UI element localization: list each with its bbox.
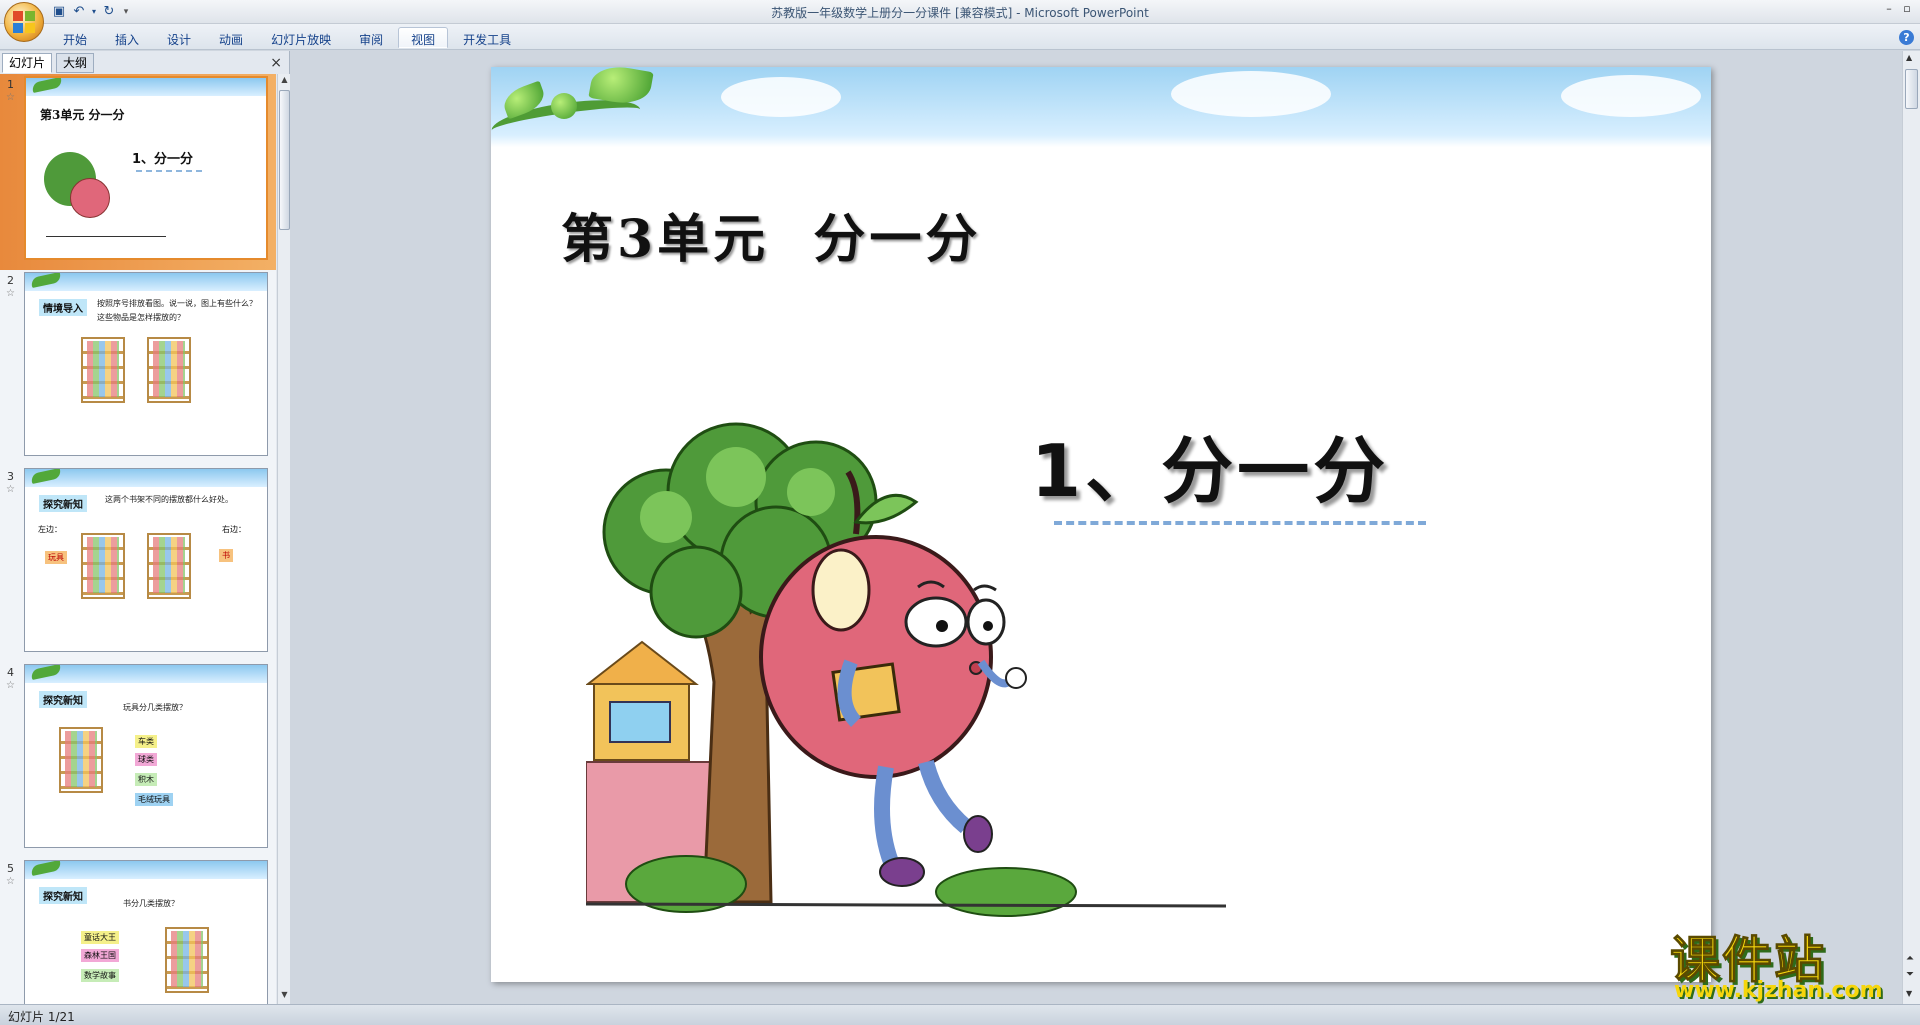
help-icon[interactable]: ? (1899, 30, 1914, 45)
thumbnail-number: 2 (7, 274, 14, 287)
bookshelf-icon (81, 337, 125, 403)
panel-tabs: 幻灯片 大纲 × (0, 53, 290, 73)
thumbnail-text: 玩具分几类摆放？ (123, 703, 187, 712)
ground-line (46, 236, 166, 237)
category-tag: 数学故事 (81, 969, 119, 982)
category-tag: 毛绒玩具 (135, 793, 173, 806)
category-tag: 童话大王 (81, 931, 119, 944)
title-bar: ▣ ↶ ▾ ↻ ▾ 苏教版一年级数学上册分一分课件 [兼容模式] - Micro… (0, 0, 1920, 42)
window-title: 苏教版一年级数学上册分一分课件 [兼容模式] - Microsoft Power… (771, 6, 1149, 20)
thumbnail-badge: 探究新知 (39, 887, 87, 904)
tab-view[interactable]: 视图 (398, 27, 449, 48)
right-label: 右边： (222, 525, 246, 534)
bookshelf-icon (165, 927, 209, 993)
thumbnail-row[interactable]: 4 ☆ 探究新知 玩具分几类摆放？ 车类 球类 积木 毛绒玩具 (0, 662, 276, 858)
thumbnail-number: 1 (7, 78, 14, 91)
thumbnail-list: 1 ☆ 第3单元 分一分 1、分一分 2 ☆ 情境导入 按照序号排放看图。说一说… (0, 74, 276, 1004)
slide-thumbnail[interactable]: 情境导入 按照序号排放看图。说一说，图上有些什么？这些物品是怎样摆放的？ (24, 272, 268, 456)
tab-outline[interactable]: 大纲 (56, 53, 95, 73)
tab-design[interactable]: 设计 (154, 27, 204, 48)
animation-star-icon: ☆ (6, 92, 15, 103)
thumbnail-badge: 探究新知 (39, 495, 87, 512)
scroll-thumb[interactable] (279, 90, 290, 230)
watermark-url: www.kjzhan.com (1674, 978, 1883, 1003)
thumbnail-row[interactable]: 2 ☆ 情境导入 按照序号排放看图。说一说，图上有些什么？这些物品是怎样摆放的？ (0, 270, 276, 466)
book-tag: 书 (219, 549, 233, 562)
thumbnail-sky (25, 469, 267, 487)
editor-scrollbar[interactable]: ▲ ⏶ ⏷ ▼ (1902, 51, 1920, 1004)
tab-home[interactable]: 开始 (50, 27, 100, 48)
thumbnail-row[interactable]: 3 ☆ 探究新知 这两个书架不同的摆放都什么好处。 左边： 右边： 玩具 书 (0, 466, 276, 662)
close-icon[interactable]: × (270, 55, 282, 71)
thumbnail-badge: 探究新知 (39, 691, 87, 708)
tab-developer[interactable]: 开发工具 (450, 27, 524, 48)
scroll-thumb[interactable] (1905, 69, 1918, 109)
animation-star-icon: ☆ (6, 876, 15, 887)
thumbnail-sky (25, 665, 267, 683)
thumbnail-sky (25, 273, 267, 291)
maximize-icon[interactable]: ▫ (1900, 2, 1914, 16)
tab-animations[interactable]: 动画 (206, 27, 256, 48)
animation-star-icon: ☆ (6, 680, 15, 691)
animation-star-icon: ☆ (6, 484, 15, 495)
thumbnail-scrollbar[interactable]: ▲ ▼ (277, 74, 290, 1004)
slide-thumbnail[interactable]: 探究新知 书分几类摆放？ 童话大王 森林王国 数学故事 (24, 860, 268, 1004)
slide-thumbnail[interactable]: 探究新知 这两个书架不同的摆放都什么好处。 左边： 右边： 玩具 书 (24, 468, 268, 652)
thumbnail-row[interactable]: 1 ☆ 第3单元 分一分 1、分一分 (0, 74, 276, 270)
tab-slides[interactable]: 幻灯片 (2, 53, 53, 73)
category-tag: 车类 (135, 735, 157, 748)
tab-slideshow[interactable]: 幻灯片放映 (258, 27, 344, 48)
apple-icon (70, 178, 110, 218)
watermark-logo: 课件站 www.kjzhan.com (1670, 920, 1910, 1004)
scroll-up-icon[interactable]: ▲ (279, 75, 290, 88)
scroll-down-icon[interactable]: ▼ (279, 990, 290, 1003)
thumbnail-text: 书分几类摆放？ (123, 899, 179, 908)
thumbnail-number: 4 (7, 666, 14, 679)
status-bar: 幻灯片 1/21 (0, 1004, 1920, 1025)
bookshelf-icon (147, 337, 191, 403)
apple-tree-illustration (586, 422, 1227, 917)
thumbnail-number: 3 (7, 470, 14, 483)
category-tag: 积木 (135, 773, 157, 786)
thumbnail-badge: 情境导入 (39, 299, 87, 316)
toy-tag: 玩具 (45, 551, 67, 564)
sky-banner (491, 67, 1711, 147)
bookshelf-icon (59, 727, 103, 793)
slide-thumbnail[interactable]: 探究新知 玩具分几类摆放？ 车类 球类 积木 毛绒玩具 (24, 664, 268, 848)
tab-review[interactable]: 审阅 (346, 27, 396, 48)
ribbon-tabs: 开始 插入 设计 动画 幻灯片放映 审阅 视图 开发工具 (50, 27, 524, 48)
slide-thumbnail[interactable]: 第3单元 分一分 1、分一分 (24, 76, 268, 260)
ribbon: 开始 插入 设计 动画 幻灯片放映 审阅 视图 开发工具 ? (0, 24, 1920, 50)
thumbnail-subtitle: 1、分一分 (132, 152, 194, 167)
bud-icon (551, 93, 577, 119)
category-tag: 球类 (135, 753, 157, 766)
left-label: 左边： (38, 525, 62, 534)
window-controls: – ▫ (1882, 2, 1914, 16)
thumbnail-title: 第3单元 分一分 (40, 108, 125, 122)
scroll-up-icon[interactable]: ▲ (1906, 53, 1912, 62)
bookshelf-icon (147, 533, 191, 599)
slide-canvas[interactable]: 第3单元 分一分 1、分一分 (491, 67, 1711, 982)
office-button[interactable] (4, 2, 44, 42)
thumbnail-text: 这两个书架不同的摆放都什么好处。 (105, 495, 233, 504)
thumbnail-sky (26, 78, 266, 96)
slides-panel: 幻灯片 大纲 × 1 ☆ 第3单元 分一分 1、分一分 2 ☆ 情境导入 按照序… (0, 51, 290, 1004)
thumbnail-dash (136, 170, 202, 172)
tab-insert[interactable]: 插入 (102, 27, 152, 48)
slide-counter: 幻灯片 1/21 (8, 1010, 75, 1024)
bookshelf-icon (81, 533, 125, 599)
thumbnail-number: 5 (7, 862, 14, 875)
slide-title[interactable]: 第3单元 分一分 (561, 197, 981, 272)
animation-star-icon: ☆ (6, 288, 15, 299)
thumbnail-row[interactable]: 5 ☆ 探究新知 书分几类摆放？ 童话大王 森林王国 数学故事 (0, 858, 276, 1004)
thumbnail-text: 按照序号排放看图。说一说，图上有些什么？这些物品是怎样摆放的？ (97, 299, 257, 322)
office-logo-icon (13, 11, 35, 33)
thumbnail-sky (25, 861, 267, 879)
category-tag: 森林王国 (81, 949, 119, 962)
minimize-icon[interactable]: – (1882, 2, 1896, 16)
